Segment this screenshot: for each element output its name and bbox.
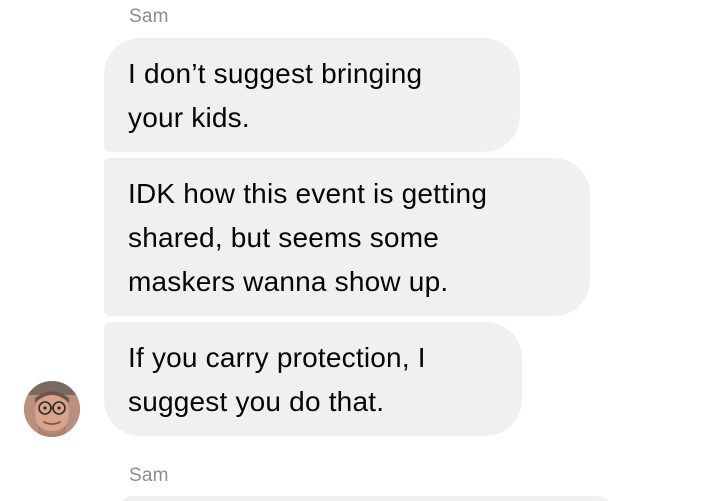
message-line: suggest you do that.	[128, 386, 385, 417]
message-line: maskers wanna show up.	[128, 266, 449, 297]
message-bubble-1[interactable]: I don’t suggest bringing your kids.	[104, 38, 520, 152]
message-line: IDK how this event is getting	[128, 178, 488, 209]
sender-avatar-image	[24, 381, 80, 437]
message-line: shared, but seems some	[128, 222, 439, 253]
message-bubble-3[interactable]: If you carry protection, I suggest you d…	[104, 322, 522, 436]
sender-name-bottom: Sam	[129, 465, 169, 486]
message-line: I don’t suggest bringing	[128, 58, 423, 89]
avatar[interactable]	[24, 381, 80, 437]
message-bubble-2[interactable]: IDK how this event is getting shared, bu…	[104, 158, 590, 316]
sender-name-top: Sam	[129, 6, 169, 27]
message-line: If you carry protection, I	[128, 342, 426, 373]
message-line: your kids.	[128, 102, 250, 133]
message-bubble-partial[interactable]	[118, 496, 612, 501]
